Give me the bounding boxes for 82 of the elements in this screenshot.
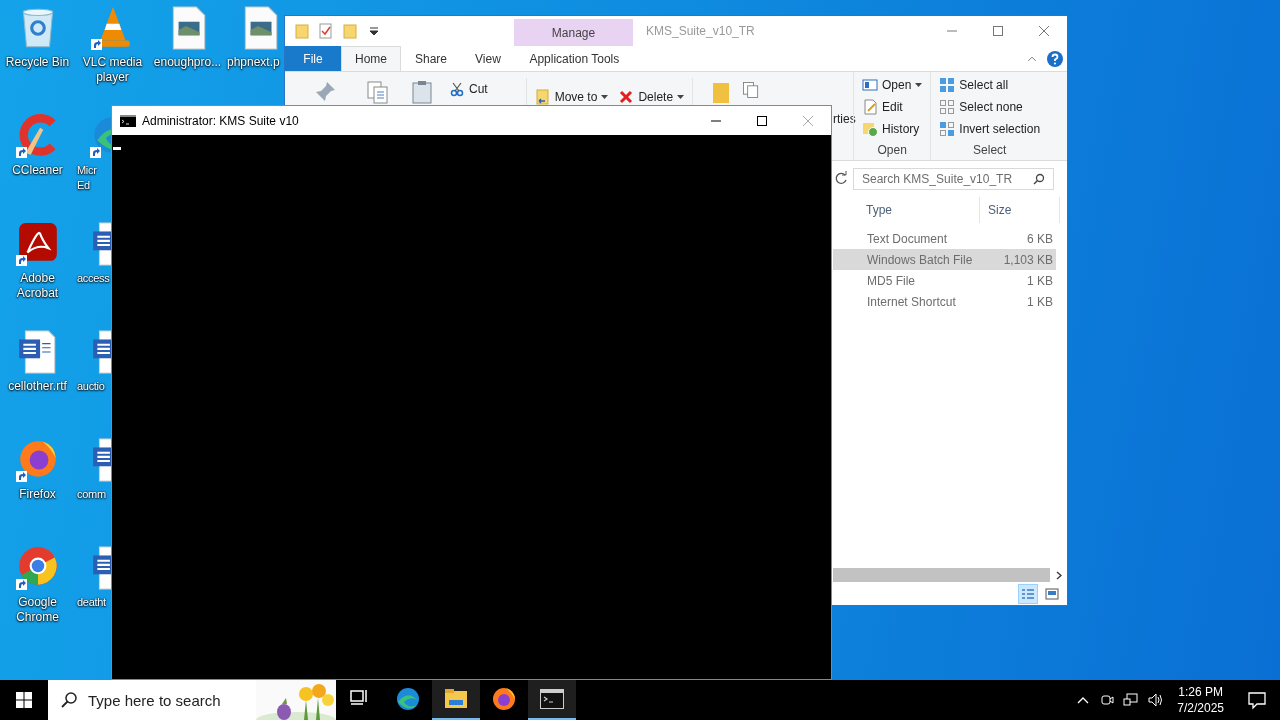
scissors-icon: [449, 81, 465, 97]
thumbnail-view-icon[interactable]: [1045, 587, 1059, 600]
desktop-icon-label[interactable]: enoughpro...: [153, 55, 222, 70]
file-row[interactable]: Internet Shortcut 1 KB: [833, 291, 1056, 312]
caret-icon: [601, 95, 609, 99]
paste-icon[interactable]: [410, 80, 434, 104]
desktop-icon-label[interactable]: Firefox: [19, 487, 56, 502]
desktop-icon-label[interactable]: Recycle Bin: [5, 55, 70, 70]
desktop-icon-label[interactable]: Google Chrome: [16, 595, 59, 625]
search-icon: [60, 691, 78, 709]
window-icon: [862, 77, 878, 93]
table-cell-text: 6 KB: [1026, 231, 1054, 246]
context-tab-header: Manage: [514, 19, 633, 46]
ribbon-button[interactable]: Invert selection: [937, 120, 1043, 138]
folder-icon: [444, 687, 468, 711]
caret-icon: [677, 95, 685, 99]
maximize-icon[interactable]: [756, 114, 768, 127]
terminal-icon: [540, 687, 564, 711]
help-icon[interactable]: [1047, 50, 1063, 67]
window-title: Administrator: KMS Suite v10: [142, 113, 300, 128]
scroll-right-icon[interactable]: [1055, 570, 1062, 580]
windows-start-icon[interactable]: [16, 692, 32, 708]
table-cell-text: Internet Shortcut: [866, 294, 957, 309]
volume-icon[interactable]: [1147, 692, 1164, 708]
half-grid-icon: [939, 121, 956, 137]
taskbar-app-button[interactable]: [432, 680, 480, 720]
desktop-icon-label[interactable]: cellother.rtf: [8, 379, 67, 394]
ribbon-tab[interactable]: Application Tools: [514, 46, 634, 71]
ribbon-button[interactable]: Select all: [937, 76, 1043, 94]
camera-icon[interactable]: [1099, 692, 1116, 708]
browser-icon: [492, 687, 516, 711]
grid-icon: [939, 77, 956, 93]
ribbon-button[interactable]: Cut: [447, 80, 490, 98]
properties-icon[interactable]: [318, 23, 334, 39]
ribbon-button[interactable]: Move to: [532, 88, 611, 106]
taskbar-search-field[interactable]: Type here to search: [48, 680, 336, 720]
table-cell-text: 1,103 KB: [1002, 252, 1054, 267]
table-cell-text: MD5 File: [866, 273, 916, 288]
ribbon-button[interactable]: Select none: [937, 98, 1043, 116]
desktop-icon-label[interactable]: phpnext.p: [225, 55, 280, 70]
close-icon[interactable]: [1038, 25, 1050, 37]
empty-grid-icon: [939, 99, 956, 115]
terminal-icon: [120, 114, 136, 127]
group-label: Open: [876, 143, 908, 159]
window-title: KMS_Suite_v10_TR: [645, 24, 756, 38]
history-icon: [862, 121, 878, 137]
desktop-icon-label[interactable]: deatht: [75, 595, 106, 610]
file-row[interactable]: MD5 File 1 KB: [833, 270, 1056, 291]
table-cell-text: Text Document: [866, 231, 949, 246]
notifications-icon[interactable]: [1247, 690, 1267, 710]
search-field[interactable]: Search KMS_Suite_v10_TR: [853, 168, 1054, 190]
taskbar-app-button[interactable]: [528, 680, 576, 720]
table-cell-text: 1 KB: [1026, 294, 1054, 309]
ribbon-tab[interactable]: View: [461, 46, 515, 71]
ribbon-button[interactable]: Delete: [616, 88, 687, 106]
file-row[interactable]: Text Document 6 KB: [833, 228, 1056, 249]
file-row[interactable]: Windows Batch File 1,103 KB: [833, 249, 1056, 270]
details-view-button[interactable]: [1018, 583, 1038, 604]
table-cell-text: 1 KB: [1026, 273, 1054, 288]
refresh-icon[interactable]: [833, 171, 849, 187]
ribbon-tab[interactable]: Share: [401, 46, 462, 71]
column-header[interactable]: Size: [980, 197, 1060, 223]
ribbon-button[interactable]: Edit: [860, 98, 925, 116]
caret-icon: [915, 83, 923, 87]
ribbon-tab[interactable]: Home: [341, 46, 401, 71]
ribbon-button[interactable]: History: [860, 120, 925, 138]
text-cursor: [113, 147, 121, 150]
delete-icon: [618, 89, 635, 105]
desktop-icon-label[interactable]: VLC media player: [82, 55, 143, 85]
ribbon-button[interactable]: Open: [860, 76, 925, 94]
table-cell-text: Windows Batch File: [866, 252, 974, 267]
network-icon[interactable]: [1123, 692, 1140, 708]
browser-icon: [396, 687, 420, 711]
desktop-icon-label[interactable]: Adobe Acrobat: [16, 271, 59, 301]
clock[interactable]: 1:26 PM 7/2/2025: [1167, 684, 1234, 716]
column-header[interactable]: Type: [858, 197, 980, 223]
search-icon: [1033, 173, 1045, 185]
ribbon-tab[interactable]: File: [285, 46, 341, 71]
list-icon: [1021, 587, 1035, 600]
desktop-icon-label[interactable]: Micr Ed: [75, 163, 97, 193]
pencil-document-icon: [862, 99, 878, 115]
group-label: Select: [972, 143, 1008, 159]
